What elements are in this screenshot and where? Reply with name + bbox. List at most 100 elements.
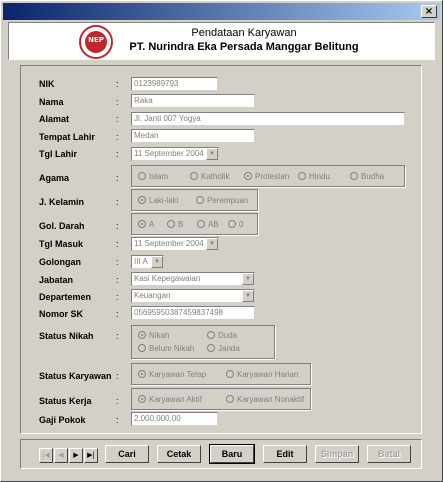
nama-field[interactable]: Raka — [131, 94, 255, 108]
radio-laki-laki[interactable]: Laki-laki — [138, 196, 178, 205]
colon: : — [116, 292, 119, 302]
radio-belum-nikah[interactable]: Belum Nikah — [138, 344, 194, 353]
colon: : — [116, 275, 119, 285]
colon: : — [116, 173, 119, 183]
radio-agama-hindu[interactable]: Hindu — [298, 172, 330, 181]
colon: : — [116, 132, 119, 142]
radio-circle-icon — [196, 196, 204, 204]
colon: : — [116, 415, 119, 425]
chevron-down-icon[interactable]: ▼ — [206, 148, 218, 160]
label-jenis-kelamin: J. Kelamin — [39, 197, 85, 207]
alamat-field[interactable]: Jl. Janti 007 Yogya — [131, 112, 405, 126]
radio-karyawan-tetap[interactable]: Karyawan Tetap — [138, 370, 206, 379]
radio-selected-icon — [138, 370, 146, 378]
colon: : — [116, 221, 119, 231]
tgl-lahir-picker[interactable]: 11 September 2004 ▼ — [131, 147, 219, 161]
radio-karyawan-aktif[interactable]: Karyawan Aktif — [138, 395, 202, 404]
radio-agama-islam[interactable]: Islam — [138, 172, 168, 181]
radio-nikah[interactable]: Nikah — [138, 331, 169, 340]
label-tempat-lahir: Tempat Lahir — [39, 132, 95, 142]
radio-circle-icon — [207, 344, 215, 352]
radio-circle-icon — [167, 220, 175, 228]
nik-field[interactable]: 0123989793 — [131, 77, 218, 91]
nav-prev-button[interactable]: ◀ — [54, 448, 68, 463]
radio-gol-ab[interactable]: AB — [197, 220, 219, 229]
colon: : — [116, 149, 119, 159]
colon: : — [116, 114, 119, 124]
radio-gol-b[interactable]: B — [167, 220, 183, 229]
radio-circle-icon — [197, 220, 205, 228]
radio-karyawan-harian[interactable]: Karyawan Harian — [226, 370, 298, 379]
label-tgl-masuk: Tgl Masuk — [39, 239, 84, 249]
departemen-select[interactable]: Keuangan ▼ — [131, 289, 255, 303]
tempat-lahir-field[interactable]: Medan — [131, 129, 255, 143]
label-jabatan: Jabatan — [39, 275, 74, 285]
jabatan-select[interactable]: Kasi Kepegawaian ▼ — [131, 272, 255, 286]
gaji-pokok-field[interactable]: 2.000.000,00 — [131, 412, 218, 426]
radio-circle-icon — [138, 172, 146, 180]
label-alamat: Alamat — [39, 114, 70, 124]
label-nama: Nama — [39, 97, 64, 107]
colon: : — [116, 239, 119, 249]
tgl-masuk-picker[interactable]: 11 September 2004 ▼ — [131, 237, 219, 251]
chevron-down-icon[interactable]: ▼ — [206, 238, 218, 250]
label-golongan: Golongan — [39, 257, 81, 267]
radio-circle-icon — [190, 172, 198, 180]
radio-circle-icon — [298, 172, 306, 180]
colon: : — [116, 257, 119, 267]
logo-emblem-icon: NEP — [85, 31, 107, 53]
chevron-down-icon[interactable]: ▼ — [242, 273, 254, 285]
radio-selected-icon — [138, 220, 146, 228]
golongan-select[interactable]: III A ▼ — [131, 255, 164, 269]
radio-selected-icon — [138, 395, 146, 403]
nav-first-button[interactable]: |◀ — [39, 448, 53, 463]
label-tgl-lahir: Tgl Lahir — [39, 149, 77, 159]
batal-button[interactable]: Batal — [367, 445, 411, 463]
colon: : — [116, 97, 119, 107]
nav-last-button[interactable]: ▶| — [84, 448, 98, 463]
radio-agama-protestan[interactable]: Protestan — [244, 172, 289, 181]
radio-circle-icon — [226, 395, 234, 403]
close-button[interactable]: × — [421, 5, 437, 18]
simpan-button[interactable]: Simpan — [315, 445, 359, 463]
colon: : — [116, 396, 119, 406]
label-departemen: Departemen — [39, 292, 92, 302]
label-agama: Agama — [39, 173, 70, 183]
baru-button[interactable]: Baru — [209, 444, 255, 464]
label-nomor-sk: Nomor SK — [39, 309, 84, 319]
chevron-down-icon[interactable]: ▼ — [242, 290, 254, 302]
chevron-down-icon[interactable]: ▼ — [151, 256, 163, 268]
radio-duda[interactable]: Duda — [207, 331, 237, 340]
label-nik: NIK — [39, 79, 55, 89]
radio-selected-icon — [138, 196, 146, 204]
label-gol-darah: Gol. Darah — [39, 221, 85, 231]
nomor-sk-field[interactable]: 05695950387459837498 — [131, 306, 255, 320]
radio-selected-icon — [138, 331, 146, 339]
radio-agama-katholik[interactable]: Katholik — [190, 172, 229, 181]
nav-next-button[interactable]: ▶ — [69, 448, 83, 463]
radio-gol-a[interactable]: A — [138, 220, 154, 229]
radio-perempuan[interactable]: Perempuan — [196, 196, 248, 205]
radio-circle-icon — [228, 220, 236, 228]
radio-karyawan-nonaktif[interactable]: Karyawan Nonaktif — [226, 395, 304, 404]
edit-button[interactable]: Edit — [263, 445, 307, 463]
radio-circle-icon — [350, 172, 358, 180]
radio-selected-icon — [244, 172, 252, 180]
header-banner: NEP Pendataan Karyawan PT. Nurindra Eka … — [8, 22, 435, 60]
cari-button[interactable]: Cari — [105, 445, 149, 463]
colon: : — [116, 371, 119, 381]
colon: : — [116, 309, 119, 319]
colon: : — [116, 331, 119, 341]
label-status-nikah: Status Nikah — [39, 331, 94, 341]
radio-gol-o[interactable]: 0 — [228, 220, 243, 229]
form-title: Pendataan Karyawan — [191, 27, 297, 39]
radio-janda[interactable]: Janda — [207, 344, 240, 353]
company-logo: NEP — [79, 25, 113, 59]
radio-circle-icon — [207, 331, 215, 339]
title-bar[interactable]: × — [3, 3, 440, 20]
cetak-button[interactable]: Cetak — [157, 445, 201, 463]
radio-agama-budha[interactable]: Budha — [350, 172, 384, 181]
radio-circle-icon — [226, 370, 234, 378]
label-status-kerja: Status Kerja — [39, 396, 92, 406]
colon: : — [116, 197, 119, 207]
